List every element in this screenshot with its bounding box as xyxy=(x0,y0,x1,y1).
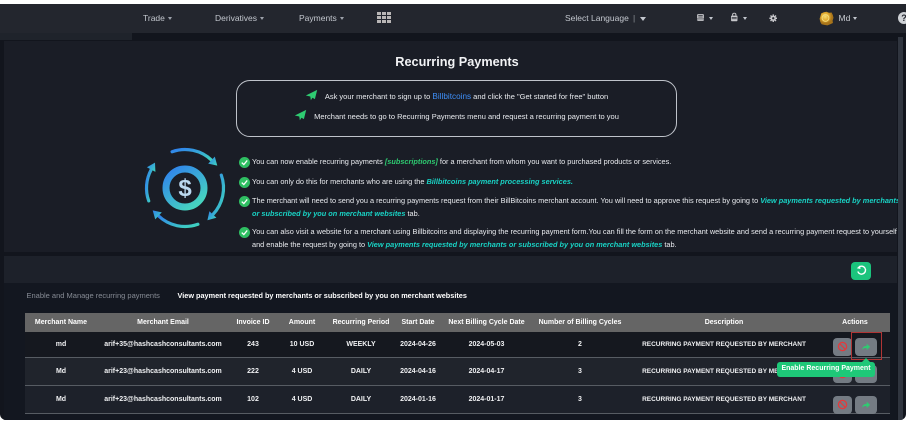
svg-text:$: $ xyxy=(179,175,193,202)
